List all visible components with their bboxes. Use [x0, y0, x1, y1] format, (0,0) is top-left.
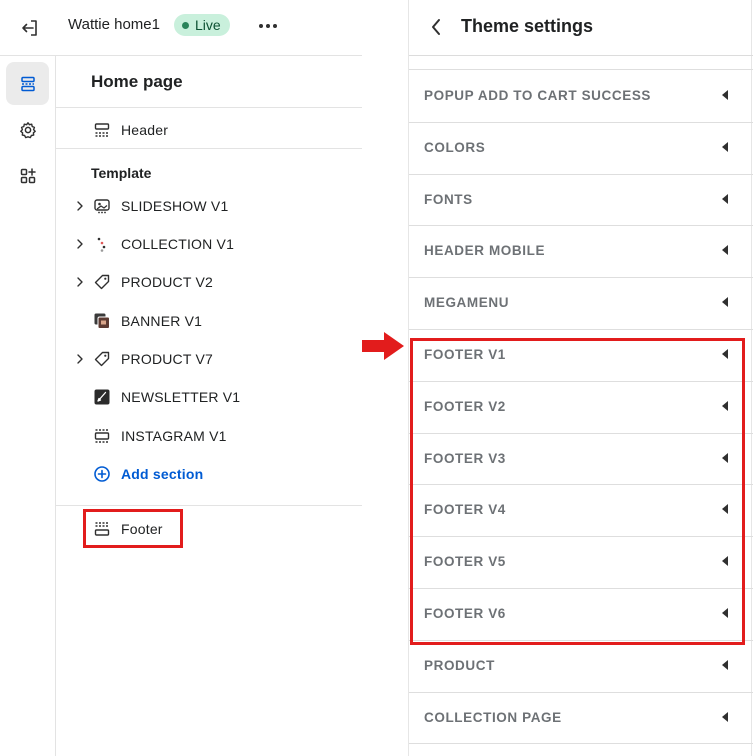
editor-nav-rail — [0, 56, 56, 756]
chevron-right-icon[interactable] — [74, 237, 86, 251]
footer-settings-highlight-box — [410, 338, 745, 645]
section-item-product-v7[interactable]: PRODUCT V7 — [56, 342, 362, 376]
exit-icon — [22, 20, 37, 36]
add-section-button[interactable]: Add section — [56, 457, 362, 491]
section-item-label: SLIDESHOW V1 — [121, 198, 229, 214]
theme-setting-label: FONTS — [424, 191, 473, 207]
divider — [56, 107, 362, 108]
divider — [409, 743, 753, 745]
section-item-collection-v1[interactable]: COLLECTION V1 — [56, 227, 362, 261]
theme-settings-header: Theme settings — [409, 0, 753, 56]
rail-sections-button[interactable] — [6, 62, 49, 105]
header-section-icon — [94, 123, 110, 137]
apps-icon — [20, 167, 36, 183]
theme-setting-colors[interactable]: COLORS — [409, 122, 753, 174]
section-item-label: COLLECTION V1 — [121, 236, 235, 252]
store-name: Wattie home1 — [68, 16, 160, 33]
chevron-right-icon[interactable] — [74, 199, 86, 213]
tag-icon — [94, 274, 110, 290]
pointer-arrow-icon — [362, 332, 404, 360]
theme-setting-fonts[interactable]: FONTS — [409, 174, 753, 226]
status-badge-label: Live — [195, 17, 221, 33]
section-item-label: INSTAGRAM V1 — [121, 428, 227, 444]
theme-setting-megamenu[interactable]: MEGAMENU — [409, 277, 753, 329]
sections-icon — [20, 76, 35, 91]
theme-setting-header-mobile[interactable]: HEADER MOBILE — [409, 225, 753, 277]
page-title: Home page — [91, 72, 183, 91]
chevron-right-icon[interactable] — [74, 352, 86, 366]
footer-highlight-box — [83, 509, 183, 548]
section-item-label: PRODUCT V7 — [121, 351, 213, 367]
newsletter-icon — [94, 389, 110, 405]
theme-setting-popup-add-to-cart-success[interactable]: POPUP ADD TO CART SUCCESS — [409, 70, 753, 122]
theme-settings-title: Theme settings — [461, 16, 594, 36]
section-item-product-v2[interactable]: PRODUCT V2 — [56, 265, 362, 299]
instagram-section-icon — [94, 429, 110, 443]
theme-setting-label: HEADER MOBILE — [424, 243, 546, 259]
caret-left-icon — [722, 297, 728, 308]
more-actions-button[interactable] — [254, 12, 282, 40]
sections-panel: Home page Header Template SLIDESHOW V1 C… — [56, 56, 362, 756]
caret-left-icon — [722, 245, 728, 256]
screenshot: Wattie home1 Live Home page Header Templ… — [0, 0, 754, 756]
theme-setting-label: POPUP ADD TO CART SUCCESS — [424, 88, 652, 103]
add-section-label: Add section — [121, 466, 204, 482]
plus-circle-icon — [94, 466, 110, 482]
section-item-instagram-v1[interactable]: INSTAGRAM V1 — [56, 419, 362, 453]
theme-setting-collection-page[interactable]: COLLECTION PAGE — [409, 692, 753, 744]
section-item-banner-v1[interactable]: BANNER V1 — [56, 304, 362, 338]
more-horizontal-icon — [259, 24, 277, 28]
section-item-newsletter-v1[interactable]: NEWSLETTER V1 — [56, 380, 362, 414]
exit-button[interactable] — [14, 12, 46, 44]
divider — [56, 148, 362, 149]
theme-setting-label: COLLECTION PAGE — [424, 709, 562, 725]
gear-icon — [19, 121, 36, 138]
theme-setting-product[interactable]: PRODUCT — [409, 640, 753, 692]
status-badge: Live — [174, 14, 230, 36]
slideshow-icon — [94, 199, 110, 214]
caret-left-icon — [722, 711, 728, 722]
section-item-label: PRODUCT V2 — [121, 274, 213, 290]
section-item-label: BANNER V1 — [121, 313, 203, 329]
section-header[interactable]: Header — [56, 113, 362, 147]
live-dot-icon — [182, 21, 189, 29]
section-header-label: Header — [121, 122, 169, 138]
rail-apps-button[interactable] — [6, 154, 49, 197]
editor-topbar: Wattie home1 Live — [0, 0, 362, 56]
caret-left-icon — [722, 141, 728, 152]
caret-left-icon — [722, 90, 728, 100]
theme-editor: Wattie home1 Live Home page Header Templ… — [0, 0, 362, 756]
chevron-right-icon[interactable] — [74, 275, 86, 289]
theme-setting-label: COLORS — [424, 139, 486, 155]
rail-theme-settings-button[interactable] — [6, 108, 49, 151]
section-item-label: NEWSLETTER V1 — [121, 389, 241, 405]
caret-left-icon — [722, 659, 728, 670]
section-item-slideshow-v1[interactable]: SLIDESHOW V1 — [56, 189, 362, 223]
caret-left-icon — [722, 193, 728, 204]
back-chevron-icon[interactable] — [425, 14, 447, 40]
tag-icon — [94, 351, 110, 367]
divider — [56, 505, 362, 506]
theme-setting-label: MEGAMENU — [424, 295, 510, 311]
banner-icon — [94, 313, 110, 329]
collection-icon — [97, 237, 106, 252]
template-heading: Template — [91, 165, 152, 181]
theme-setting-label: PRODUCT — [424, 657, 495, 673]
